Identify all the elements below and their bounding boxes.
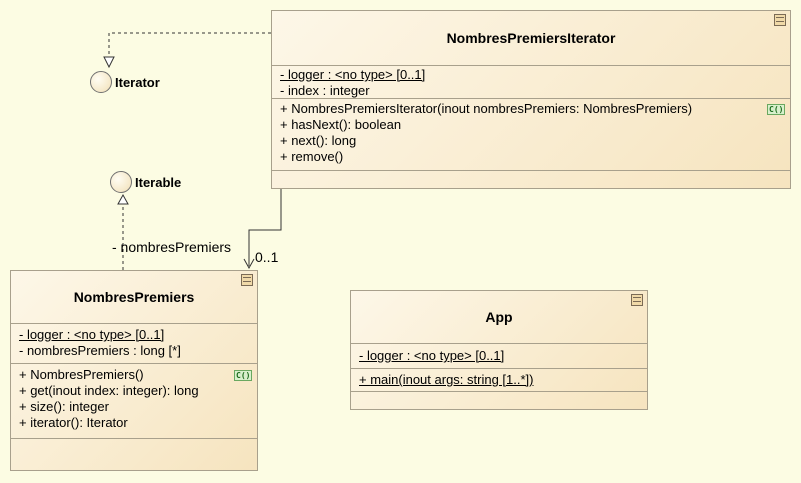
operations-section: + NombresPremiersIterator(inout nombresP… <box>272 99 790 171</box>
empty-section <box>11 439 257 471</box>
operation-row[interactable]: + NombresPremiers() C() <box>19 367 253 383</box>
class-name: NombresPremiers <box>11 271 257 324</box>
constructor-icon: C() <box>767 104 786 115</box>
operation-row[interactable]: + size(): integer <box>19 399 249 415</box>
association-role-label: - nombresPremiers <box>112 239 232 255</box>
realization-iterator[interactable] <box>103 32 271 69</box>
empty-section <box>351 392 647 410</box>
empty-section <box>272 171 790 189</box>
class-app[interactable]: App - logger : <no type> [0..1] + main(i… <box>350 290 648 410</box>
operation-row[interactable]: + iterator(): Iterator <box>19 415 249 431</box>
operations-section: + NombresPremiers() C() + get(inout index… <box>11 364 257 439</box>
constructor-icon: C() <box>234 370 253 381</box>
attributes-section: - logger : <no type> [0..1] - nombresPre… <box>11 324 257 364</box>
realization-iterable[interactable] <box>117 193 129 270</box>
attribute-row[interactable]: - logger : <no type> [0..1] <box>19 327 249 343</box>
class-name: NombresPremiersIterator <box>272 11 790 66</box>
attribute-row[interactable]: - index : integer <box>280 83 782 99</box>
operation-row[interactable]: + remove() <box>280 149 782 165</box>
class-nombres-premiers-iterator[interactable]: NombresPremiersIterator - logger : <no t… <box>271 10 791 189</box>
attributes-section: - logger : <no type> [0..1] <box>351 344 647 369</box>
class-nombres-premiers[interactable]: NombresPremiers - logger : <no type> [0.… <box>10 270 258 471</box>
iterator-interface-label: Iterator <box>115 75 160 90</box>
operation-row[interactable]: + hasNext(): boolean <box>280 117 782 133</box>
attribute-row[interactable]: - logger : <no type> [0..1] <box>280 67 782 83</box>
class-name: App <box>351 291 647 344</box>
operations-section: + main(inout args: string [1..*]) <box>351 369 647 392</box>
attributes-section: - logger : <no type> [0..1] - index : in… <box>272 66 790 99</box>
operation-row[interactable]: + NombresPremiersIterator(inout nombresP… <box>280 101 786 117</box>
operation-row[interactable]: + get(inout index: integer): long <box>19 383 249 399</box>
attribute-row[interactable]: - nombresPremiers : long [*] <box>19 343 249 359</box>
association-multiplicity-label: 0..1 <box>255 249 279 265</box>
class-stereotype-icon <box>774 14 786 26</box>
operation-row[interactable]: + main(inout args: string [1..*]) <box>359 372 639 388</box>
iterable-interface-icon[interactable] <box>110 171 132 193</box>
class-stereotype-icon <box>631 294 643 306</box>
operation-row[interactable]: + next(): long <box>280 133 782 149</box>
class-stereotype-icon <box>241 274 253 286</box>
iterator-interface-icon[interactable] <box>90 71 112 93</box>
attribute-row[interactable]: - logger : <no type> [0..1] <box>359 348 639 364</box>
iterable-interface-label: Iterable <box>135 175 182 190</box>
